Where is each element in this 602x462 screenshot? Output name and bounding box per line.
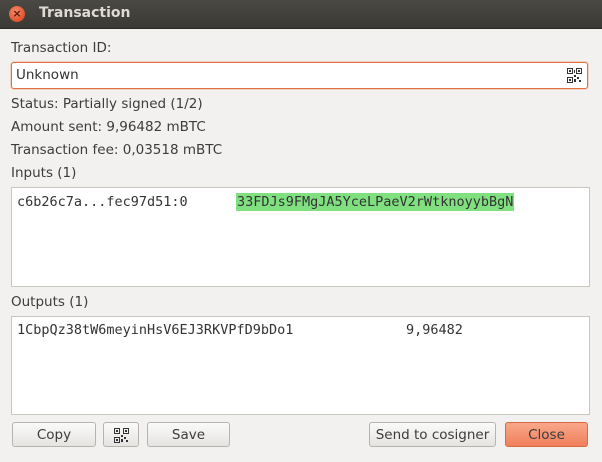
input-address: 33FDJs9FMgJA5YceLPaeV2rWtknoyybBgN	[236, 193, 515, 211]
show-qr-button[interactable]	[103, 422, 139, 447]
inputs-label: Inputs (1)	[11, 165, 77, 181]
send-to-cosigner-button[interactable]: Send to cosigner	[369, 422, 496, 447]
outputs-list[interactable]: 1CbpQz38tW6meyinHsV6EJ3RKVPfD9bDo1 9,964…	[11, 316, 590, 415]
qr-code-icon[interactable]	[567, 68, 582, 83]
transaction-id-field[interactable]: Unknown	[11, 62, 588, 89]
outputs-label: Outputs (1)	[11, 294, 89, 310]
transaction-id-label: Transaction ID:	[11, 40, 112, 56]
output-address: 1CbpQz38tW6meyinHsV6EJ3RKVPfD9bDo1	[17, 322, 294, 338]
window-close-button[interactable]: ×	[9, 6, 25, 22]
save-button[interactable]: Save	[147, 422, 230, 447]
close-button[interactable]: Close	[505, 422, 588, 447]
window-title: Transaction	[39, 5, 131, 21]
close-icon: ×	[12, 7, 22, 20]
title-bar: × Transaction	[0, 0, 602, 29]
qr-code-icon	[113, 428, 129, 443]
status-text: Status: Partially signed (1/2)	[11, 96, 203, 112]
transaction-id-value: Unknown	[16, 67, 79, 83]
copy-button[interactable]: Copy	[12, 422, 96, 447]
transaction-fee-text: Transaction fee: 0,03518 mBTC	[11, 142, 223, 158]
output-amount: 9,96482	[406, 322, 463, 338]
amount-sent-text: Amount sent: 9,96482 mBTC	[11, 119, 206, 135]
inputs-list[interactable]: c6b26c7a...fec97d51:0 33FDJs9FMgJA5YceLP…	[11, 187, 590, 287]
input-prevout: c6b26c7a...fec97d51:0	[17, 194, 188, 210]
